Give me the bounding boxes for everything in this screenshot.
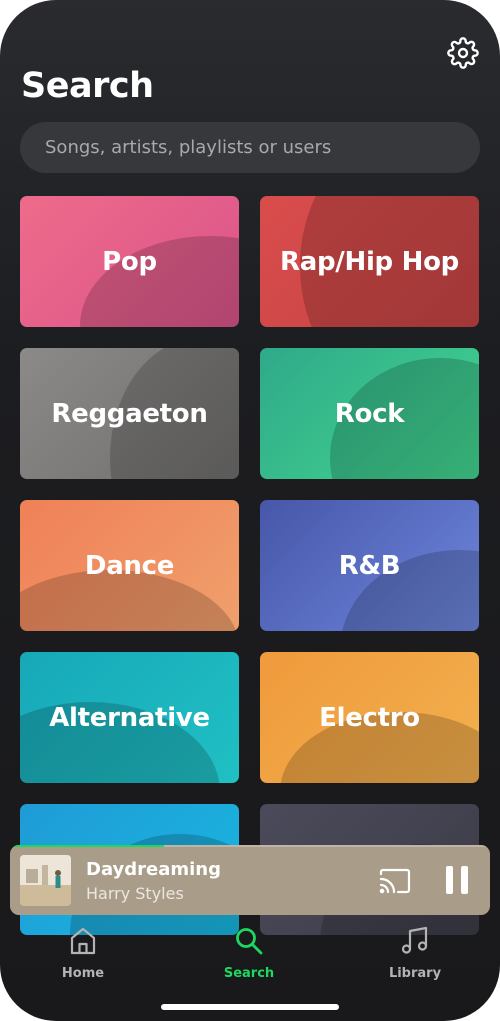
genre-label: Electro xyxy=(319,702,420,733)
genre-card[interactable]: Electro xyxy=(260,652,479,783)
mini-player[interactable]: Daydreaming Harry Styles xyxy=(10,845,490,915)
genre-card[interactable]: Alternative xyxy=(20,652,239,783)
genre-card[interactable]: Rock xyxy=(260,348,479,479)
track-title[interactable]: Daydreaming xyxy=(86,859,221,880)
genre-label: Reggaeton xyxy=(51,398,208,429)
genre-label: R&B xyxy=(338,550,401,581)
genre-card[interactable]: R&B xyxy=(260,500,479,631)
tab-search-label: Search xyxy=(223,966,275,981)
genre-label: Dance xyxy=(84,550,175,581)
genre-grid: Pop Rap/Hip Hop Reggaeton Rock Dance R&B Alter… xyxy=(20,196,480,935)
page-title: Search xyxy=(21,66,154,106)
progress-fill xyxy=(10,845,164,847)
pause-icon xyxy=(440,866,474,901)
home-indicator xyxy=(161,1004,339,1010)
genre-label: Alternative xyxy=(49,702,210,733)
home-icon xyxy=(68,926,98,960)
genre-card[interactable]: Rap/Hip Hop xyxy=(260,196,479,327)
search-bar[interactable] xyxy=(20,122,480,173)
album-art[interactable] xyxy=(20,855,71,906)
pause-button[interactable] xyxy=(440,863,474,897)
tab-library[interactable]: Library xyxy=(360,926,470,981)
settings-button[interactable] xyxy=(446,37,480,73)
genre-label: Rap/Hip Hop xyxy=(280,246,459,277)
tab-home-label: Home xyxy=(61,966,105,981)
genre-label: Pop xyxy=(102,246,157,277)
genre-card[interactable]: Dance xyxy=(20,500,239,631)
app-screen: Search Pop Rap/Hip Hop Reggaeton Rock Dance R… xyxy=(0,0,500,1021)
tab-search[interactable]: Search xyxy=(194,926,304,981)
genre-card[interactable]: Reggaeton xyxy=(20,348,239,479)
tab-library-label: Library xyxy=(388,966,442,981)
cast-icon xyxy=(378,868,412,899)
search-icon xyxy=(234,926,264,960)
tab-home[interactable]: Home xyxy=(28,926,138,981)
music-note-icon xyxy=(400,926,430,960)
genre-label: Rock xyxy=(334,398,405,429)
genre-card[interactable]: Pop xyxy=(20,196,239,327)
cast-button[interactable] xyxy=(378,867,412,895)
search-input[interactable] xyxy=(45,137,480,158)
progress-track xyxy=(10,845,490,847)
gear-icon xyxy=(447,37,479,73)
track-artist[interactable]: Harry Styles xyxy=(86,884,184,903)
